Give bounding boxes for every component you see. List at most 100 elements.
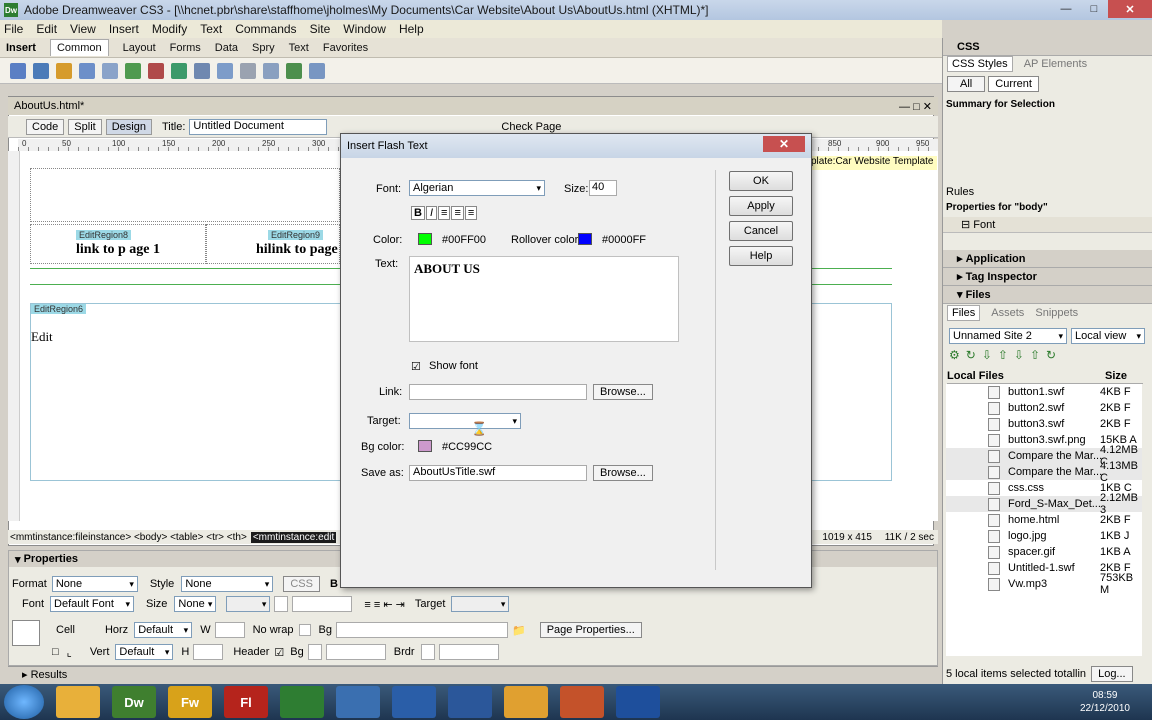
dreamweaver-icon[interactable]: Dw xyxy=(112,686,156,718)
comment-icon[interactable] xyxy=(217,62,233,79)
document-tab[interactable]: AboutUs.html* xyxy=(14,100,84,112)
size-unit-select[interactable] xyxy=(226,596,271,612)
page-title-input[interactable]: Untitled Document xyxy=(189,118,328,135)
vert-select[interactable]: Default xyxy=(115,644,174,660)
code-view-button[interactable]: Code xyxy=(26,118,65,135)
tag-path[interactable]: <mmtinstance:fileinstance> <body> <table… xyxy=(10,532,247,543)
tag-chooser-icon[interactable] xyxy=(309,62,325,79)
list-item[interactable]: home.html 2KB F xyxy=(946,512,1142,528)
color-picker[interactable] xyxy=(418,233,432,245)
text-area[interactable]: ABOUT US xyxy=(409,256,679,342)
menu-modify[interactable]: Modify xyxy=(152,22,187,36)
tab-text[interactable]: Text xyxy=(289,42,309,54)
split-cell-icon[interactable]: ⌞ xyxy=(67,646,72,659)
div-icon[interactable] xyxy=(102,62,118,79)
split-view-button[interactable]: Split xyxy=(68,118,102,135)
bg-color-input[interactable] xyxy=(325,644,386,660)
edit-region-9-tag[interactable]: EditRegion9 xyxy=(268,230,324,240)
excel-icon[interactable] xyxy=(280,686,324,718)
tab-assets[interactable]: Assets xyxy=(991,307,1024,319)
date-icon[interactable] xyxy=(171,62,187,79)
link-input[interactable] xyxy=(409,384,587,400)
menu-insert[interactable]: Insert xyxy=(109,22,139,36)
tab-forms[interactable]: Forms xyxy=(170,42,201,54)
header-region[interactable] xyxy=(30,168,340,222)
table-icon[interactable] xyxy=(79,62,95,79)
templates-icon[interactable] xyxy=(286,62,302,79)
fireworks-icon[interactable]: Fw xyxy=(168,686,212,718)
text-color-input[interactable] xyxy=(292,596,353,612)
results-panel-header[interactable]: ▸ Results xyxy=(8,666,938,682)
minimize-icon[interactable]: — xyxy=(1052,0,1080,18)
link-page-2[interactable]: hilink to page 2 xyxy=(256,242,348,258)
show-font-checkbox[interactable]: ☑ xyxy=(411,360,421,373)
email-link-icon[interactable] xyxy=(33,62,49,79)
width-input[interactable] xyxy=(214,622,245,638)
font-select[interactable]: Algerian xyxy=(409,180,545,196)
tab-snippets[interactable]: Snippets xyxy=(1035,307,1078,319)
flash-icon[interactable]: Fl xyxy=(224,686,268,718)
tab-data[interactable]: Data xyxy=(215,42,238,54)
align-right-icon[interactable]: ≡ xyxy=(464,206,478,220)
insert-bar-label[interactable]: Insert xyxy=(6,42,36,54)
cancel-button[interactable]: Cancel xyxy=(729,221,793,241)
edit-region-8-tag[interactable]: EditRegion8 xyxy=(76,230,132,240)
server-side-include-icon[interactable] xyxy=(194,62,210,79)
font-group-row[interactable]: ⊟ Font xyxy=(943,217,1152,233)
bg-color-value[interactable]: #CC99CC xyxy=(442,441,492,453)
tag-inspector-panel-header[interactable]: ▸ Tag Inspector xyxy=(943,268,1152,286)
site-select[interactable]: Unnamed Site 2 xyxy=(949,328,1067,344)
bg-color-picker[interactable] xyxy=(307,644,322,660)
application-panel-header[interactable]: ▸ Application xyxy=(943,250,1152,268)
css-button[interactable]: CSS xyxy=(283,576,320,592)
dialog-title-bar[interactable]: Insert Flash Text xyxy=(341,134,811,158)
script-icon[interactable] xyxy=(263,62,279,79)
bold-icon[interactable]: B xyxy=(330,578,338,590)
size-input[interactable]: 40 xyxy=(589,180,617,196)
target-select[interactable] xyxy=(451,596,510,612)
edit-region-6-tag[interactable]: EditRegion6 xyxy=(31,304,87,314)
explorer-icon[interactable] xyxy=(504,686,548,718)
page-properties-button[interactable]: Page Properties... xyxy=(539,622,642,638)
apply-button[interactable]: Apply xyxy=(729,196,793,216)
list-item[interactable]: spacer.gif 1KB A xyxy=(946,544,1142,560)
save-as-input[interactable]: AboutUsTitle.swf xyxy=(409,465,587,481)
document-window-controls[interactable]: — □ ✕ xyxy=(899,100,932,113)
rollover-color-value[interactable]: #0000FF xyxy=(602,234,646,246)
list-item[interactable]: button3.swf 2KB F xyxy=(946,416,1142,432)
folder-icon[interactable] xyxy=(56,686,100,718)
tab-common[interactable]: Common xyxy=(49,39,109,56)
menu-edit[interactable]: Edit xyxy=(36,22,57,36)
list-item[interactable]: Vw.mp3 753KB M xyxy=(946,572,1142,596)
design-view-button[interactable]: Design xyxy=(105,118,152,135)
ok-button[interactable]: OK xyxy=(729,171,793,191)
format-select[interactable]: None xyxy=(51,576,138,592)
tab-css-styles[interactable]: CSS Styles xyxy=(947,56,1013,72)
menu-help[interactable]: Help xyxy=(399,22,424,36)
color-value[interactable]: #00FF00 xyxy=(442,234,486,246)
css-panel-header[interactable]: CSS xyxy=(943,38,1152,56)
view-select[interactable]: Local view xyxy=(1071,328,1145,344)
bold-icon[interactable]: B xyxy=(411,206,425,220)
target-select[interactable] xyxy=(409,413,521,429)
tab-ap-elements[interactable]: AP Elements xyxy=(1024,58,1087,70)
header-checkbox[interactable]: ☑ xyxy=(274,646,284,659)
menu-site[interactable]: Site xyxy=(310,22,331,36)
merge-cells-icon[interactable]: □ xyxy=(52,646,59,658)
help-button[interactable]: Help xyxy=(729,246,793,266)
border-color-picker[interactable] xyxy=(420,644,435,660)
start-button[interactable] xyxy=(4,685,44,719)
check-page-button[interactable]: Check Page xyxy=(501,121,561,133)
hyperlink-icon[interactable] xyxy=(10,62,26,79)
height-input[interactable] xyxy=(193,644,224,660)
list-icons[interactable]: ≡ ≡ ⇤ ⇥ xyxy=(364,598,404,611)
head-icon[interactable] xyxy=(240,62,256,79)
bg-image-input[interactable] xyxy=(336,622,509,638)
tab-files[interactable]: Files xyxy=(947,305,981,321)
selected-tag[interactable]: <mmtinstance:edit xyxy=(250,531,337,543)
image-icon[interactable] xyxy=(125,62,141,79)
menu-commands[interactable]: Commands xyxy=(235,22,296,36)
dialog-close-icon[interactable]: ✕ xyxy=(763,136,805,152)
list-item[interactable]: button1.swf 4KB F xyxy=(946,384,1142,400)
app-icon[interactable] xyxy=(616,686,660,718)
